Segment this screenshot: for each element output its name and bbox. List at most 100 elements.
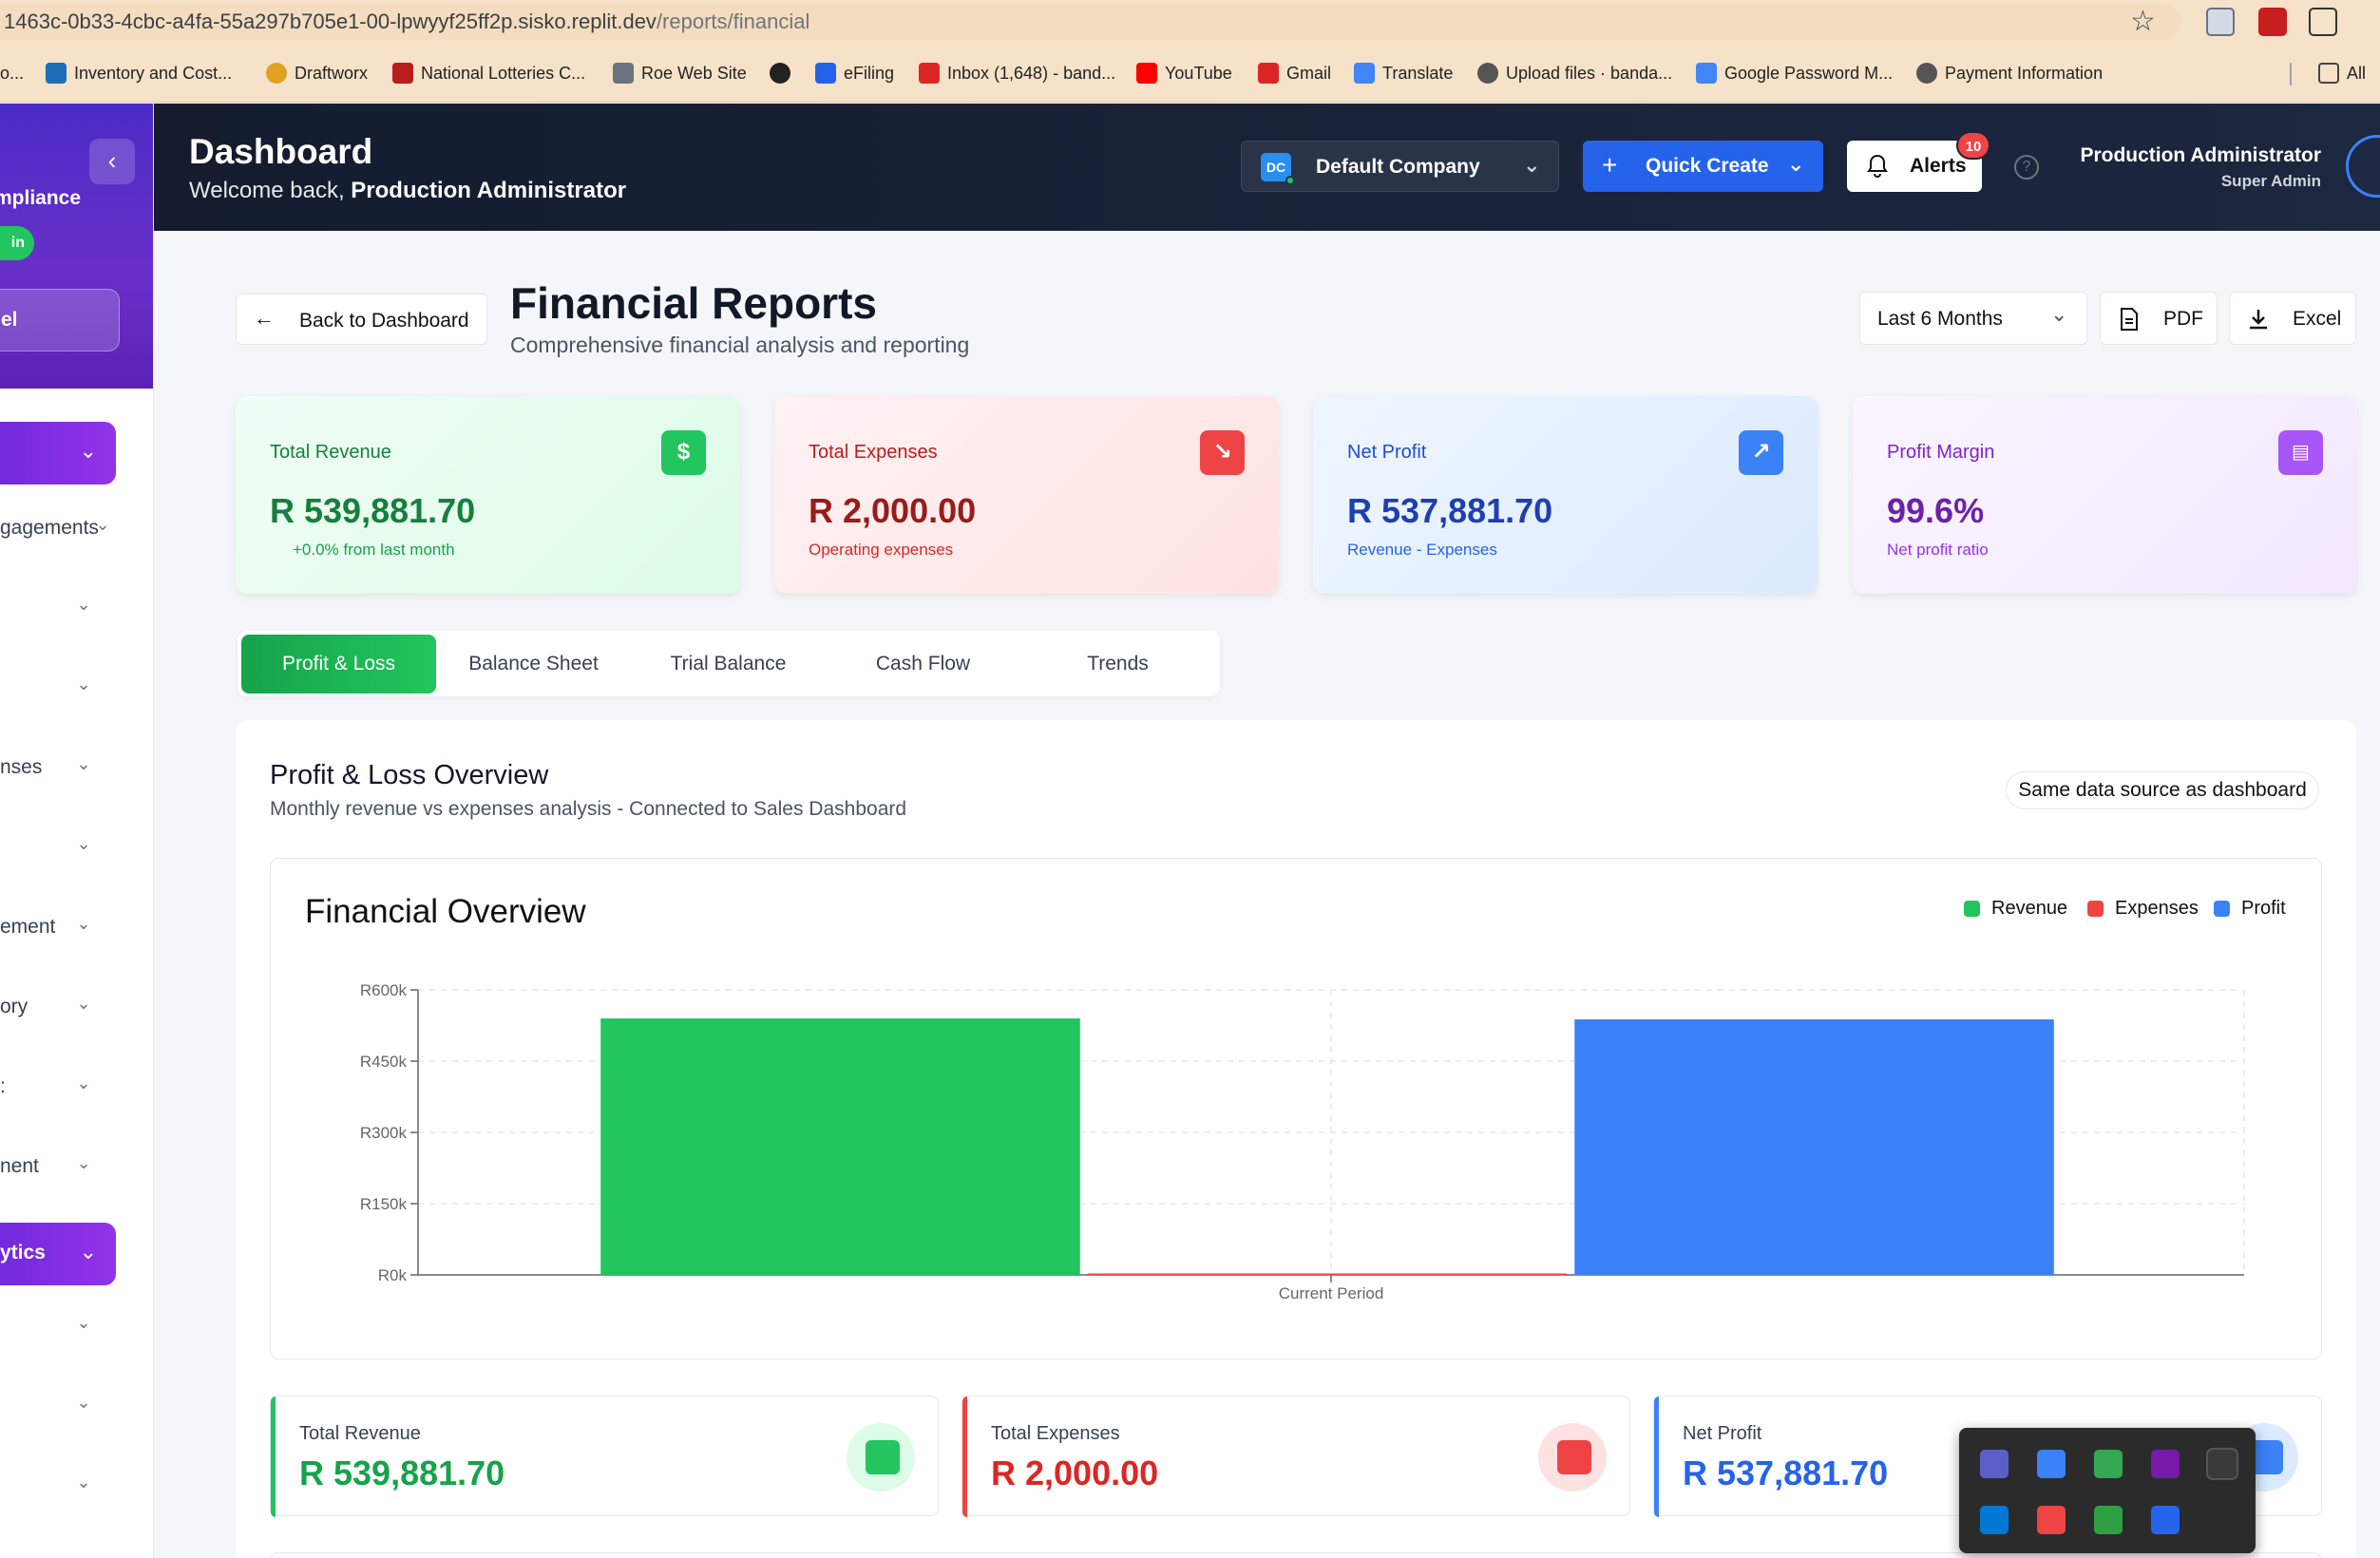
company-status-dot: [1285, 176, 1295, 185]
export-excel-button[interactable]: Excel: [2229, 292, 2356, 345]
bookmark-8[interactable]: YouTube: [1136, 60, 1232, 86]
export-pdf-button[interactable]: PDF: [2100, 292, 2218, 345]
kpi-value: R 2,000.00: [809, 491, 977, 530]
bar-profit: [1574, 1019, 2054, 1275]
bookmark-label: Upload files · banda...: [1506, 63, 1673, 83]
chevron-down-icon[interactable]: ⌄: [74, 1153, 93, 1172]
bookmark-10[interactable]: Translate: [1354, 60, 1453, 86]
sidebar-item-analytics[interactable]: ytics ⌄: [0, 1223, 116, 1285]
pdf-label: PDF: [2163, 308, 2203, 330]
window-icon[interactable]: [2037, 1450, 2066, 1478]
chevron-down-icon[interactable]: ⌄: [74, 1393, 93, 1412]
bookmark-11[interactable]: Upload files · banda...: [1477, 60, 1672, 86]
collapse-sidebar-button[interactable]: ‹: [89, 139, 135, 184]
folder-icon: [2318, 63, 2339, 84]
bookmark-6[interactable]: eFiling: [815, 60, 894, 86]
media-icon[interactable]: [2037, 1506, 2066, 1534]
bookmark-label: o...: [0, 63, 25, 83]
kpi-label: Total Expenses: [809, 442, 938, 463]
tab-balance-sheet[interactable]: Balance Sheet: [436, 635, 631, 694]
bookmark-label: Roe Web Site: [641, 63, 747, 83]
report-tabs: Profit & Loss Balance Sheet Trial Balanc…: [238, 631, 1220, 696]
chevron-down-icon[interactable]: ⌄: [74, 914, 93, 933]
x-tick-label: Current Period: [1279, 1284, 1384, 1302]
chevron-down-icon[interactable]: ⌄: [74, 1313, 93, 1332]
chevron-down-icon: ⌄: [79, 439, 97, 463]
address-bar[interactable]: 1463c-0b33-4cbc-a4fa-55a297b705e1-00-lpw…: [0, 4, 2180, 40]
sidebar-panel-button[interactable]: el: [0, 289, 120, 352]
cast-extension-icon[interactable]: [2206, 8, 2235, 36]
accent-bar: [1654, 1396, 1659, 1517]
teams-icon[interactable]: [1980, 1450, 2009, 1478]
bluetooth-icon[interactable]: [2151, 1506, 2180, 1534]
chevron-down-icon[interactable]: ⌄: [74, 754, 93, 773]
back-to-dashboard-button[interactable]: ← Back to Dashboard: [236, 294, 487, 345]
bookmark-12[interactable]: Google Password M...: [1696, 60, 1893, 86]
quick-create-button[interactable]: + Quick Create ⌄: [1583, 141, 1823, 192]
tab-trial-balance[interactable]: Trial Balance: [631, 635, 826, 694]
chevron-down-icon[interactable]: ⌄: [74, 994, 93, 1013]
chevron-down-icon: ⌄: [1523, 153, 1541, 177]
welcome-prefix: Welcome back,: [189, 178, 345, 203]
youtube-icon: [1136, 63, 1157, 84]
sidebar-item-0[interactable]: gagements: [0, 517, 105, 545]
bookmark-star-icon[interactable]: ☆: [2130, 6, 2156, 38]
legend-label: Revenue: [1991, 898, 2068, 919]
download-icon: [2250, 310, 2267, 330]
bookmark-0[interactable]: o...: [0, 60, 24, 86]
chevron-down-icon[interactable]: ⌄: [74, 1472, 93, 1492]
chevron-down-icon[interactable]: ⌄: [93, 515, 112, 534]
header-title: Dashboard: [189, 132, 373, 171]
legend-swatch: [1964, 901, 1980, 917]
app-icon[interactable]: [1980, 1506, 2009, 1534]
bookmark-3[interactable]: National Lotteries C...: [392, 60, 585, 86]
chevron-down-icon[interactable]: ⌄: [74, 834, 93, 853]
legend-label: Expenses: [2115, 898, 2199, 919]
bookmark-13[interactable]: Payment Information: [1916, 60, 2103, 86]
bookmark-7[interactable]: Inbox (1,648) - band...: [919, 60, 1115, 86]
sidebar: ‹ mpliance in el ⌄ gagements ⌄ ⌄ ⌄ nses ⌄ ⌄ eme…: [0, 104, 154, 1558]
kpi-value: R 539,881.70: [270, 491, 476, 530]
pen-icon[interactable]: [2206, 1448, 2238, 1480]
financial-overview-chart: R0k R150k R300k R450k R600k Current Period: [360, 981, 2245, 1302]
kpi-note: Net profit ratio: [1887, 541, 1989, 559]
chevron-down-icon[interactable]: ⌄: [74, 595, 93, 614]
bookmark-separator: [2290, 63, 2292, 86]
kpi-label: Total Revenue: [270, 442, 391, 463]
defender-icon[interactable]: [2094, 1506, 2123, 1534]
chevron-down-icon: ⌄: [79, 1240, 97, 1264]
chevron-down-icon[interactable]: ⌄: [74, 1074, 93, 1092]
page-subtitle: Comprehensive financial analysis and rep…: [510, 332, 970, 357]
extensions-puzzle-icon[interactable]: [2309, 8, 2337, 36]
bookmark-9[interactable]: Gmail: [1258, 60, 1331, 86]
legend-item-revenue: Revenue: [1964, 898, 2067, 920]
bookmark-label: All: [2347, 63, 2367, 83]
bookmark-1[interactable]: Inventory and Cost...: [46, 60, 232, 86]
onenote-icon[interactable]: [2151, 1450, 2180, 1478]
kpi-note: +0.0% from last month: [293, 541, 455, 559]
pdf-extension-icon[interactable]: [2258, 8, 2287, 36]
sidebar-item-active-top[interactable]: ⌄: [0, 422, 116, 484]
header-welcome: Welcome back, Production Administrator: [189, 178, 626, 204]
period-value: Last 6 Months: [1877, 308, 2003, 330]
period-select[interactable]: Last 6 Months ⌄: [1859, 292, 2087, 345]
translate-icon: [1354, 63, 1375, 84]
bookmark-4[interactable]: Roe Web Site: [613, 60, 747, 86]
excel-label: Excel: [2293, 308, 2342, 330]
help-icon[interactable]: ?: [2014, 155, 2039, 180]
tab-cash-flow[interactable]: Cash Flow: [826, 635, 1020, 694]
y-tick-label: R0k: [378, 1266, 408, 1284]
panel-subtitle: Monthly revenue vs expenses analysis - C…: [270, 798, 907, 820]
company-selector[interactable]: DC Default Company ⌄: [1241, 141, 1559, 192]
flag-icon: [392, 63, 413, 84]
summary-card-revenue: Total Revenue R 539,881.70: [270, 1396, 939, 1517]
accent-bar: [271, 1396, 276, 1517]
bookmark-14[interactable]: All: [2318, 60, 2366, 86]
tab-profit-loss[interactable]: Profit & Loss: [241, 635, 436, 694]
bookmark-5[interactable]: [770, 60, 798, 86]
chevron-down-icon[interactable]: ⌄: [74, 674, 93, 694]
bookmark-2[interactable]: Draftworx: [266, 60, 368, 86]
tab-trends[interactable]: Trends: [1020, 635, 1215, 694]
drive-icon[interactable]: [2094, 1450, 2123, 1478]
summary-value: R 537,881.70: [1683, 1454, 1889, 1492]
